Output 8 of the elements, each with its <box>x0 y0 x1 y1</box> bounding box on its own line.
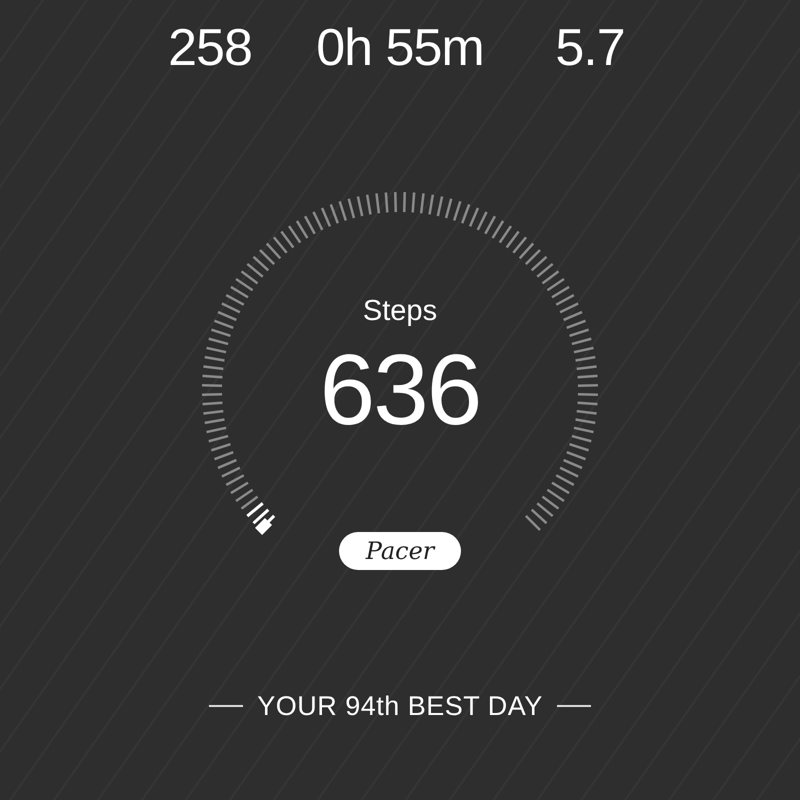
steps-label: Steps <box>362 294 438 329</box>
best-day-text: YOUR 94th BEST DAY <box>257 690 543 722</box>
stat-value: 258 <box>167 18 253 78</box>
stat-value: 5.7 <box>554 18 626 78</box>
gauge-fill <box>246 502 276 535</box>
steps-count: 636 <box>320 333 480 448</box>
stat-value: 0h 55m <box>315 18 485 78</box>
brand-logo: Pacer <box>339 532 461 570</box>
